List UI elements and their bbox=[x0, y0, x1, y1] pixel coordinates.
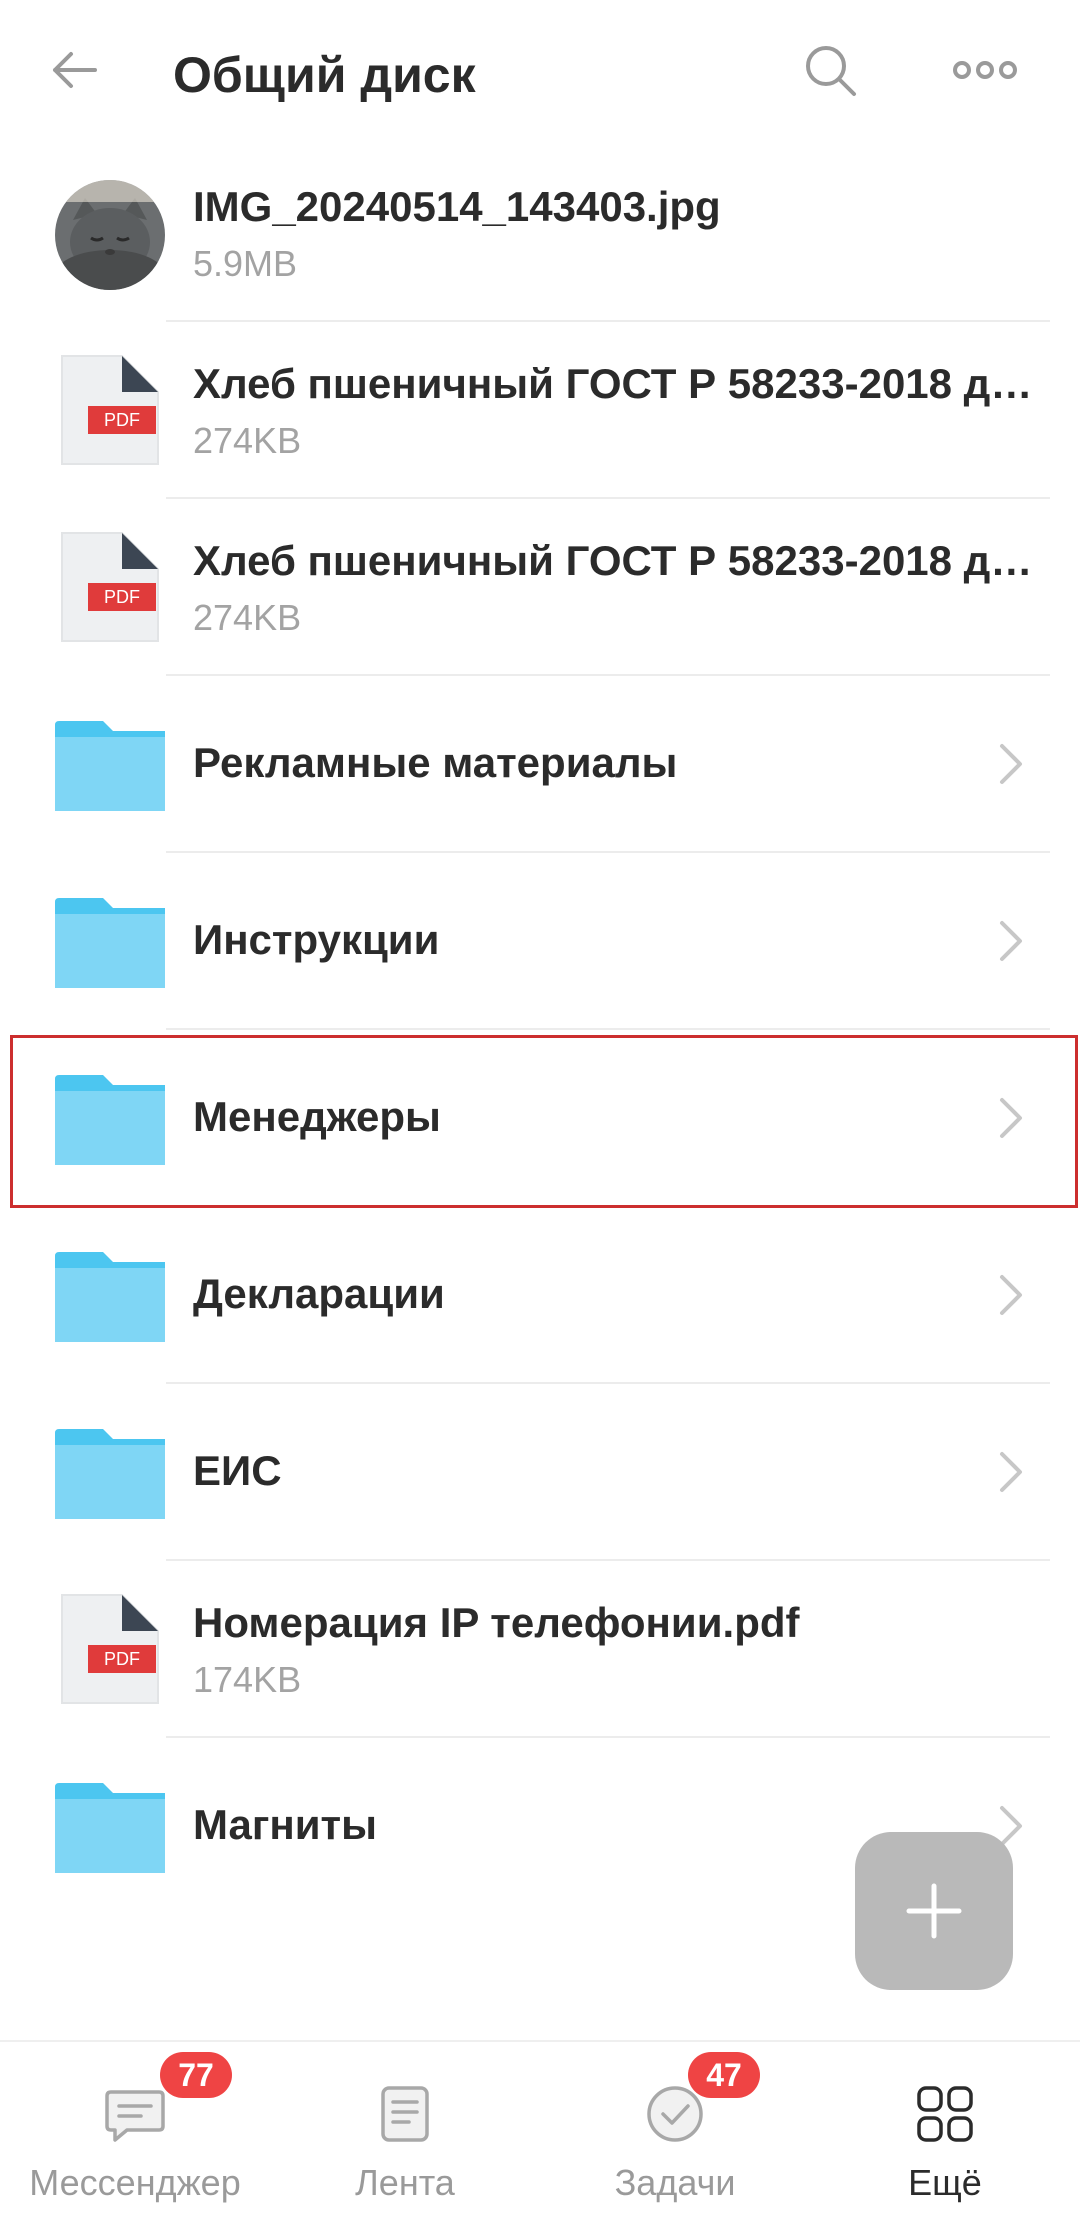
file-size: 5.9MB bbox=[193, 243, 298, 284]
pdf-file-icon: PDF bbox=[61, 532, 159, 642]
folder-icon bbox=[55, 1252, 165, 1342]
folder-icon bbox=[55, 1783, 165, 1873]
folder-name: Рекламные материалы bbox=[193, 739, 678, 786]
more-horizontal-icon[interactable] bbox=[950, 45, 1020, 95]
unread-badge: 77 bbox=[160, 2052, 232, 2098]
folder-name: Декларации bbox=[193, 1270, 445, 1317]
folder-row[interactable]: Декларации bbox=[0, 1207, 1080, 1384]
chevron-right-icon bbox=[1000, 1098, 1022, 1138]
tasks-badge: 47 bbox=[688, 2052, 760, 2098]
pdf-file-icon: PDF bbox=[61, 1594, 159, 1704]
file-name: IMG_20240514_143403.jpg bbox=[193, 183, 721, 230]
folder-name: ЕИС bbox=[193, 1447, 282, 1494]
file-size: 274KB bbox=[193, 597, 302, 638]
folder-row[interactable]: ЕИС bbox=[0, 1384, 1080, 1561]
tab-label: Задачи bbox=[614, 2162, 736, 2203]
folder-icon bbox=[55, 1429, 165, 1519]
chevron-right-icon bbox=[1000, 744, 1022, 784]
tab-tasks[interactable]: 47 Задачи bbox=[540, 2042, 810, 2221]
folder-row[interactable]: Менеджеры bbox=[0, 1030, 1080, 1207]
file-name: Хлеб пшеничный ГОСТ Р 58233-2018 д… bbox=[193, 537, 1033, 584]
tab-label: Лента bbox=[355, 2162, 455, 2203]
file-row[interactable]: PDF Хлеб пшеничный ГОСТ Р 58233-2018 д… … bbox=[0, 322, 1080, 499]
image-thumbnail bbox=[55, 180, 165, 290]
tab-label: Ещё bbox=[908, 2162, 982, 2203]
folder-row[interactable]: Рекламные материалы bbox=[0, 676, 1080, 853]
plus-icon bbox=[906, 1883, 962, 1939]
folder-name: Инструкции bbox=[193, 916, 440, 963]
tab-more[interactable]: Ещё bbox=[810, 2042, 1080, 2221]
file-row[interactable]: IMG_20240514_143403.jpg 5.9MB bbox=[0, 145, 1080, 322]
page-title: Общий диск bbox=[173, 47, 476, 103]
file-name: Хлеб пшеничный ГОСТ Р 58233-2018 д… bbox=[193, 360, 1033, 407]
chevron-right-icon bbox=[1000, 921, 1022, 961]
folder-icon bbox=[55, 898, 165, 988]
folder-name: Магниты bbox=[193, 1801, 377, 1848]
feed-icon bbox=[381, 2086, 429, 2142]
pdf-file-icon: PDF bbox=[61, 355, 159, 465]
grid-icon bbox=[917, 2086, 973, 2142]
tab-messenger[interactable]: 77 Мессенджер bbox=[0, 2042, 270, 2221]
file-name: Номерация IP телефонии.pdf bbox=[193, 1599, 800, 1646]
file-row[interactable]: PDF Номерация IP телефонии.pdf 174KB bbox=[0, 1561, 1080, 1738]
folder-icon bbox=[55, 721, 165, 811]
folder-icon bbox=[55, 1075, 165, 1165]
chevron-right-icon bbox=[1000, 1275, 1022, 1315]
chevron-right-icon bbox=[1000, 1452, 1022, 1492]
folder-name: Менеджеры bbox=[193, 1093, 441, 1140]
pdf-label: PDF bbox=[104, 587, 140, 607]
file-size: 174KB bbox=[193, 1659, 302, 1700]
tab-label: Мессенджер bbox=[29, 2162, 241, 2203]
chat-icon bbox=[105, 2090, 165, 2142]
bottom-tab-bar: 77 Мессенджер Лента 47 Задачи Ещё bbox=[0, 2040, 1080, 2221]
search-icon[interactable] bbox=[800, 40, 860, 100]
pdf-label: PDF bbox=[104, 1649, 140, 1669]
top-app-bar: Общий диск bbox=[0, 0, 1080, 145]
file-size: 274KB bbox=[193, 420, 302, 461]
tab-feed[interactable]: Лента bbox=[270, 2042, 540, 2221]
file-row[interactable]: PDF Хлеб пшеничный ГОСТ Р 58233-2018 д… … bbox=[0, 499, 1080, 676]
pdf-label: PDF bbox=[104, 410, 140, 430]
add-button[interactable] bbox=[855, 1832, 1013, 1990]
arrow-left-icon[interactable] bbox=[45, 40, 105, 100]
folder-row[interactable]: Инструкции bbox=[0, 853, 1080, 1030]
